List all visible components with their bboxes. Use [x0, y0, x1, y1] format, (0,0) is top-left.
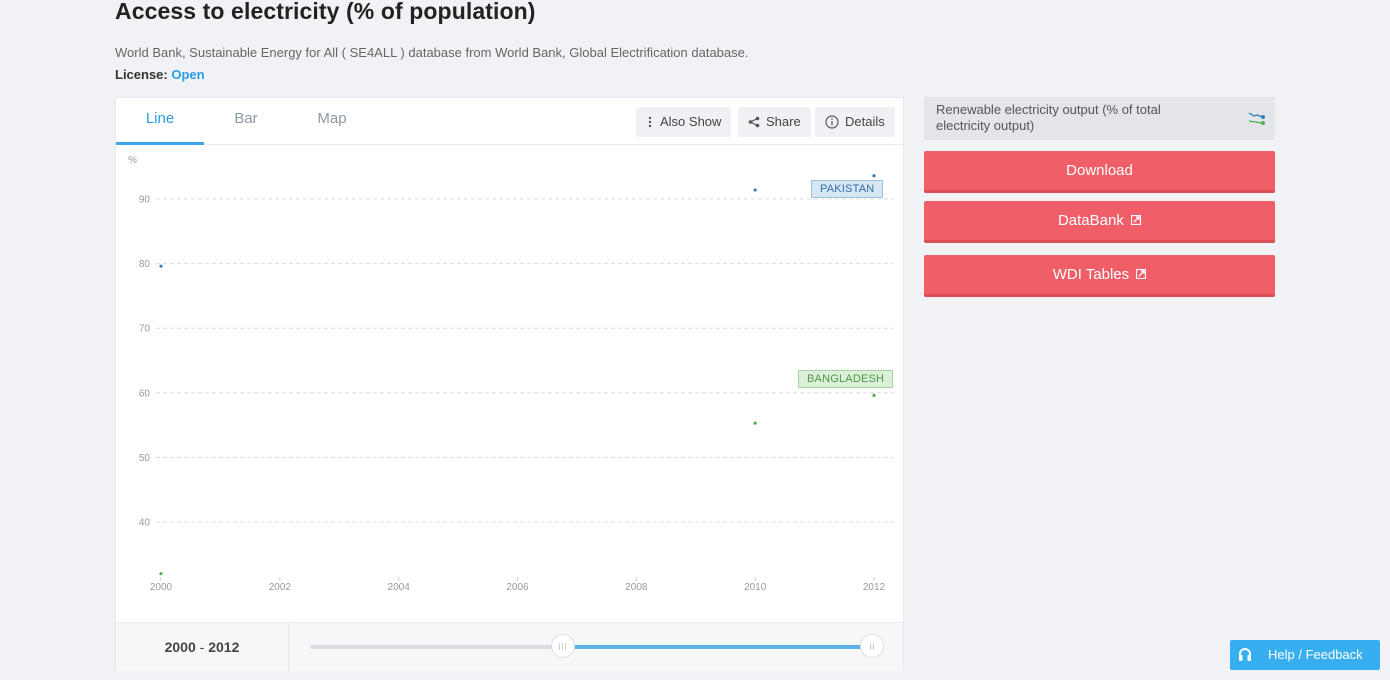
also-show-button[interactable]: Also Show — [636, 107, 732, 137]
tab-bar[interactable]: Bar — [202, 98, 290, 145]
external-link-icon — [1131, 214, 1142, 225]
help-feedback-label: Help / Feedback — [1268, 647, 1363, 662]
range-start: 2000 — [164, 639, 196, 655]
year-range-text: 2000 - 2012 — [116, 623, 289, 672]
data-point-bangladesh — [872, 393, 876, 397]
headset-icon — [1239, 648, 1251, 661]
data-point-bangladesh — [753, 421, 757, 425]
x-tick-label: 2000 — [150, 582, 173, 593]
page-title: Access to electricity (% of population) — [115, 0, 536, 24]
help-feedback-button[interactable]: Help / Feedback — [1230, 640, 1380, 670]
x-tick-label: 2002 — [269, 582, 292, 593]
chart-card: Line Bar Map Also Show Share Details % 40… — [115, 97, 904, 672]
license-label: License: — [115, 67, 168, 82]
y-tick-label: 70 — [139, 324, 151, 335]
y-tick-label: 90 — [139, 195, 151, 206]
y-axis-label: % — [128, 155, 137, 166]
data-point-pakistan — [753, 188, 757, 192]
range-slider-fill — [562, 645, 872, 649]
license-link[interactable]: Open — [171, 67, 204, 82]
range-slider-track[interactable] — [310, 634, 884, 658]
chart-svg: % 40 50 60 70 80 90 2000 2002 2004 2006 2008 2010 201… — [128, 155, 894, 593]
related-indicator-label: Renewable electricity output (% of total… — [936, 102, 1161, 133]
external-link-icon — [1136, 268, 1147, 279]
x-tick-label: 2012 — [863, 582, 886, 593]
download-button[interactable]: Download — [924, 151, 1275, 193]
y-tick-label: 60 — [139, 388, 151, 399]
databank-label: DataBank — [1057, 212, 1124, 229]
tab-line[interactable]: Line — [116, 98, 204, 145]
share-label: Share — [766, 114, 801, 129]
license: License: Open — [115, 67, 205, 82]
wdi-tables-button[interactable]: WDI Tables — [924, 255, 1275, 297]
line-chart-icon — [1248, 112, 1265, 125]
wdi-tables-label: WDI Tables — [1052, 266, 1130, 283]
chart-tabs: Line Bar Map Also Show Share Details — [116, 98, 903, 145]
y-tick-label: 40 — [139, 518, 151, 529]
range-end: 2012 — [208, 639, 240, 655]
data-point-pakistan — [872, 174, 876, 178]
series-label-bangladesh: BANGLADESH — [798, 370, 894, 388]
details-label: Details — [845, 114, 885, 129]
series-label-pakistan: PAKISTAN — [811, 180, 884, 198]
share-button[interactable]: Share — [738, 107, 811, 137]
y-tick-label: 80 — [139, 259, 151, 270]
tab-map[interactable]: Map — [288, 98, 376, 145]
range-separator: - — [195, 639, 209, 655]
also-show-label: Also Show — [660, 114, 722, 129]
more-vertical-icon — [648, 116, 652, 128]
line-chart: % 40 50 60 70 80 90 2000 2002 2004 2006 2008 2010 201… — [116, 146, 903, 622]
data-point-pakistan — [159, 264, 163, 268]
source-text: World Bank, Sustainable Energy for All (… — [115, 45, 749, 60]
share-icon — [748, 116, 760, 128]
x-tick-label: 2004 — [388, 582, 411, 593]
x-tick-label: 2008 — [625, 582, 648, 593]
range-slider-handle-start[interactable] — [550, 634, 575, 658]
details-button[interactable]: Details — [815, 107, 895, 137]
info-icon — [825, 115, 839, 129]
range-slider-handle-end[interactable] — [860, 634, 884, 658]
y-tick-label: 50 — [139, 453, 151, 464]
x-tick-label: 2006 — [506, 582, 529, 593]
data-point-bangladesh — [159, 572, 163, 576]
databank-button[interactable]: DataBank — [924, 201, 1275, 243]
related-indicator[interactable]: Renewable electricity output (% of total… — [924, 97, 1275, 140]
year-range-bar: 2000 - 2012 — [116, 622, 903, 672]
download-label: Download — [1066, 162, 1133, 179]
x-tick-label: 2010 — [744, 582, 767, 593]
